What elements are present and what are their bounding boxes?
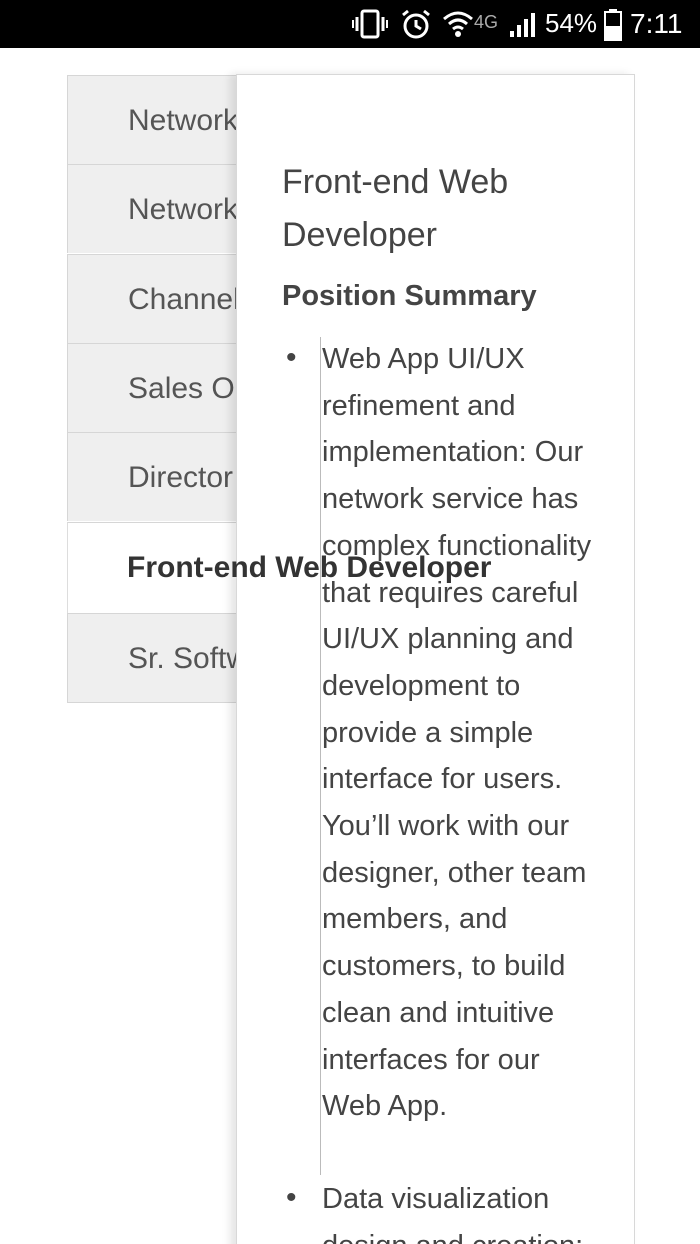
signal-icon [508,9,538,44]
job-title-line-2: Developer [282,216,437,254]
tab-label: Director [128,461,234,494]
job-title-line-1: Front-end Web [282,163,509,201]
tab-label: Channel [128,283,240,316]
tab-label: Sr. Softw [128,642,249,675]
tab-label: Sales Op [128,372,252,405]
job-title: Front-end Web Developer [282,156,602,262]
network-type-label: 4G [474,12,499,32]
bullet-item: Data visualization design and creation: [322,1183,583,1244]
position-summary-heading: Position Summary [282,280,537,312]
tab-label-active[interactable]: Front-end Web Developer [127,551,491,585]
battery-icon [604,9,622,46]
divider [320,337,321,1175]
clock: 7:11 [630,8,683,39]
status-bar: 4G 54% 7:11 [0,0,700,48]
bullet-item: Web App UI/UX refinement and implementat… [322,343,592,1123]
bullet-icon: • [286,1181,297,1214]
vibrate-icon [352,9,388,44]
wifi-icon [442,9,474,44]
tab-label: Network [128,193,239,226]
bullet-icon: • [286,341,297,374]
battery-percent: 54% [545,8,598,38]
alarm-icon [400,9,432,46]
tab-label: Network [128,104,239,137]
